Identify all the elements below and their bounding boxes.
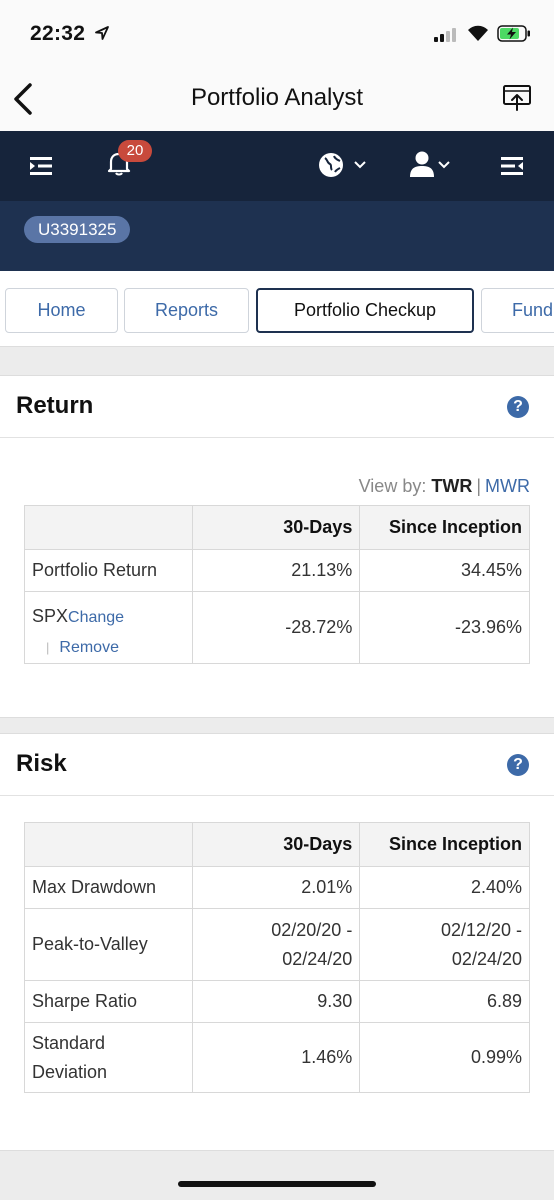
cell-30-days: -28.72% — [191, 591, 361, 664]
chevron-down-icon[interactable] — [354, 161, 366, 169]
tab-reports[interactable]: Reports — [124, 288, 249, 333]
menu-collapse-icon[interactable] — [30, 157, 52, 175]
table-row: Peak-to-Valley 02/20/20 - 02/24/20 02/12… — [24, 908, 530, 981]
status-bar: 22:32 — [0, 0, 554, 70]
row-label: Portfolio Return — [24, 549, 193, 592]
card-title: Return — [16, 392, 94, 419]
table-row: SPXChange | Remove -28.72% -23.96% — [24, 591, 530, 664]
cell-since-inception: 34.45% — [359, 549, 530, 592]
view-by-label: View by: — [358, 476, 427, 496]
page-title: Portfolio Analyst — [190, 84, 364, 111]
status-time: 22:32 — [30, 22, 86, 45]
cell-30-days: 9.30 — [191, 980, 361, 1023]
cell-since-inception: 2.40% — [359, 866, 530, 909]
date-range-end: 02/24/20 — [282, 948, 353, 969]
column-header — [24, 822, 193, 867]
table-row: Portfolio Return 21.13% 34.45% — [24, 549, 530, 592]
return-table: 30-Days Since Inception Portfolio Return… — [24, 505, 530, 664]
benchmark-label: SPX — [32, 606, 69, 626]
view-by-mwr[interactable]: MWR — [485, 476, 530, 496]
row-label: Sharpe Ratio — [24, 980, 193, 1023]
account-id-badge[interactable]: U3391325 — [24, 216, 131, 243]
cell-since-inception: 6.89 — [359, 980, 530, 1023]
risk-table: 30-Days Since Inception Max Drawdown 2.0… — [24, 822, 530, 1093]
account-band: U3391325 — [0, 201, 554, 271]
date-range-start: 02/20/20 - — [271, 919, 353, 940]
separator: | — [46, 640, 50, 655]
view-by-twr[interactable]: TWR — [431, 476, 472, 496]
return-card: Return ? View by: TWR | MWR 30-Days Since … — [0, 375, 554, 718]
card-title: Risk — [16, 750, 67, 777]
home-indicator — [178, 1181, 376, 1187]
row-label: Standard Deviation — [24, 1022, 193, 1093]
date-range-start: 02/12/20 - — [440, 919, 522, 940]
screen-share-icon[interactable] — [502, 84, 532, 112]
risk-card-header: Risk ? — [0, 734, 554, 796]
location-arrow-icon — [95, 26, 109, 40]
cellular-signal-icon — [434, 28, 460, 42]
cell-since-inception: -23.96% — [359, 591, 530, 664]
chevron-down-icon[interactable] — [438, 161, 450, 169]
help-icon[interactable]: ? — [507, 396, 529, 418]
column-header: 30-Days — [191, 505, 361, 550]
cell-30-days: 2.01% — [191, 866, 361, 909]
notification-badge: 20 — [118, 140, 152, 162]
tab-home[interactable]: Home — [5, 288, 118, 333]
column-header: Since Inception — [359, 822, 530, 867]
help-icon[interactable]: ? — [507, 754, 529, 776]
user-icon[interactable] — [410, 151, 434, 177]
cell-since-inception: 0.99% — [359, 1022, 530, 1093]
risk-card: Risk ? 30-Days Since Inception Max Drawd… — [0, 733, 554, 1151]
view-by-toggle: View by: TWR | MWR — [358, 476, 530, 496]
battery-charging-icon — [497, 25, 530, 42]
change-benchmark-link[interactable]: Change — [68, 609, 124, 626]
benchmark-cell: SPXChange | Remove — [24, 591, 193, 664]
wifi-icon — [468, 25, 488, 41]
return-card-header: Return ? — [0, 376, 554, 438]
date-range-end: 02/24/20 — [451, 948, 522, 969]
tab-bar: Home Reports Portfolio Checkup Fund — [0, 271, 554, 347]
remove-benchmark-link[interactable]: Remove — [59, 639, 119, 656]
row-label-line: Deviation — [32, 1061, 108, 1082]
table-row: Max Drawdown 2.01% 2.40% — [24, 866, 530, 909]
tab-fund[interactable]: Fund — [481, 288, 554, 333]
app-toolbar — [0, 131, 554, 201]
table-row: Standard Deviation 1.46% 0.99% — [24, 1022, 530, 1093]
row-label: Peak-to-Valley — [24, 908, 193, 981]
column-header: Since Inception — [359, 505, 530, 550]
column-header: 30-Days — [191, 822, 361, 867]
cell-30-days: 1.46% — [191, 1022, 361, 1093]
cell-30-days: 02/20/20 - 02/24/20 — [191, 908, 361, 981]
tab-portfolio-checkup[interactable]: Portfolio Checkup — [256, 288, 474, 333]
column-header — [24, 505, 193, 550]
table-row: Sharpe Ratio 9.30 6.89 — [24, 980, 530, 1023]
globe-icon[interactable] — [318, 152, 344, 178]
row-label-line: Standard — [32, 1032, 106, 1053]
cell-since-inception: 02/12/20 - 02/24/20 — [359, 908, 530, 981]
menu-expand-icon[interactable] — [501, 157, 523, 175]
cell-30-days: 21.13% — [191, 549, 361, 592]
row-label: Max Drawdown — [24, 866, 193, 909]
navigation-bar: Portfolio Analyst — [0, 70, 554, 132]
